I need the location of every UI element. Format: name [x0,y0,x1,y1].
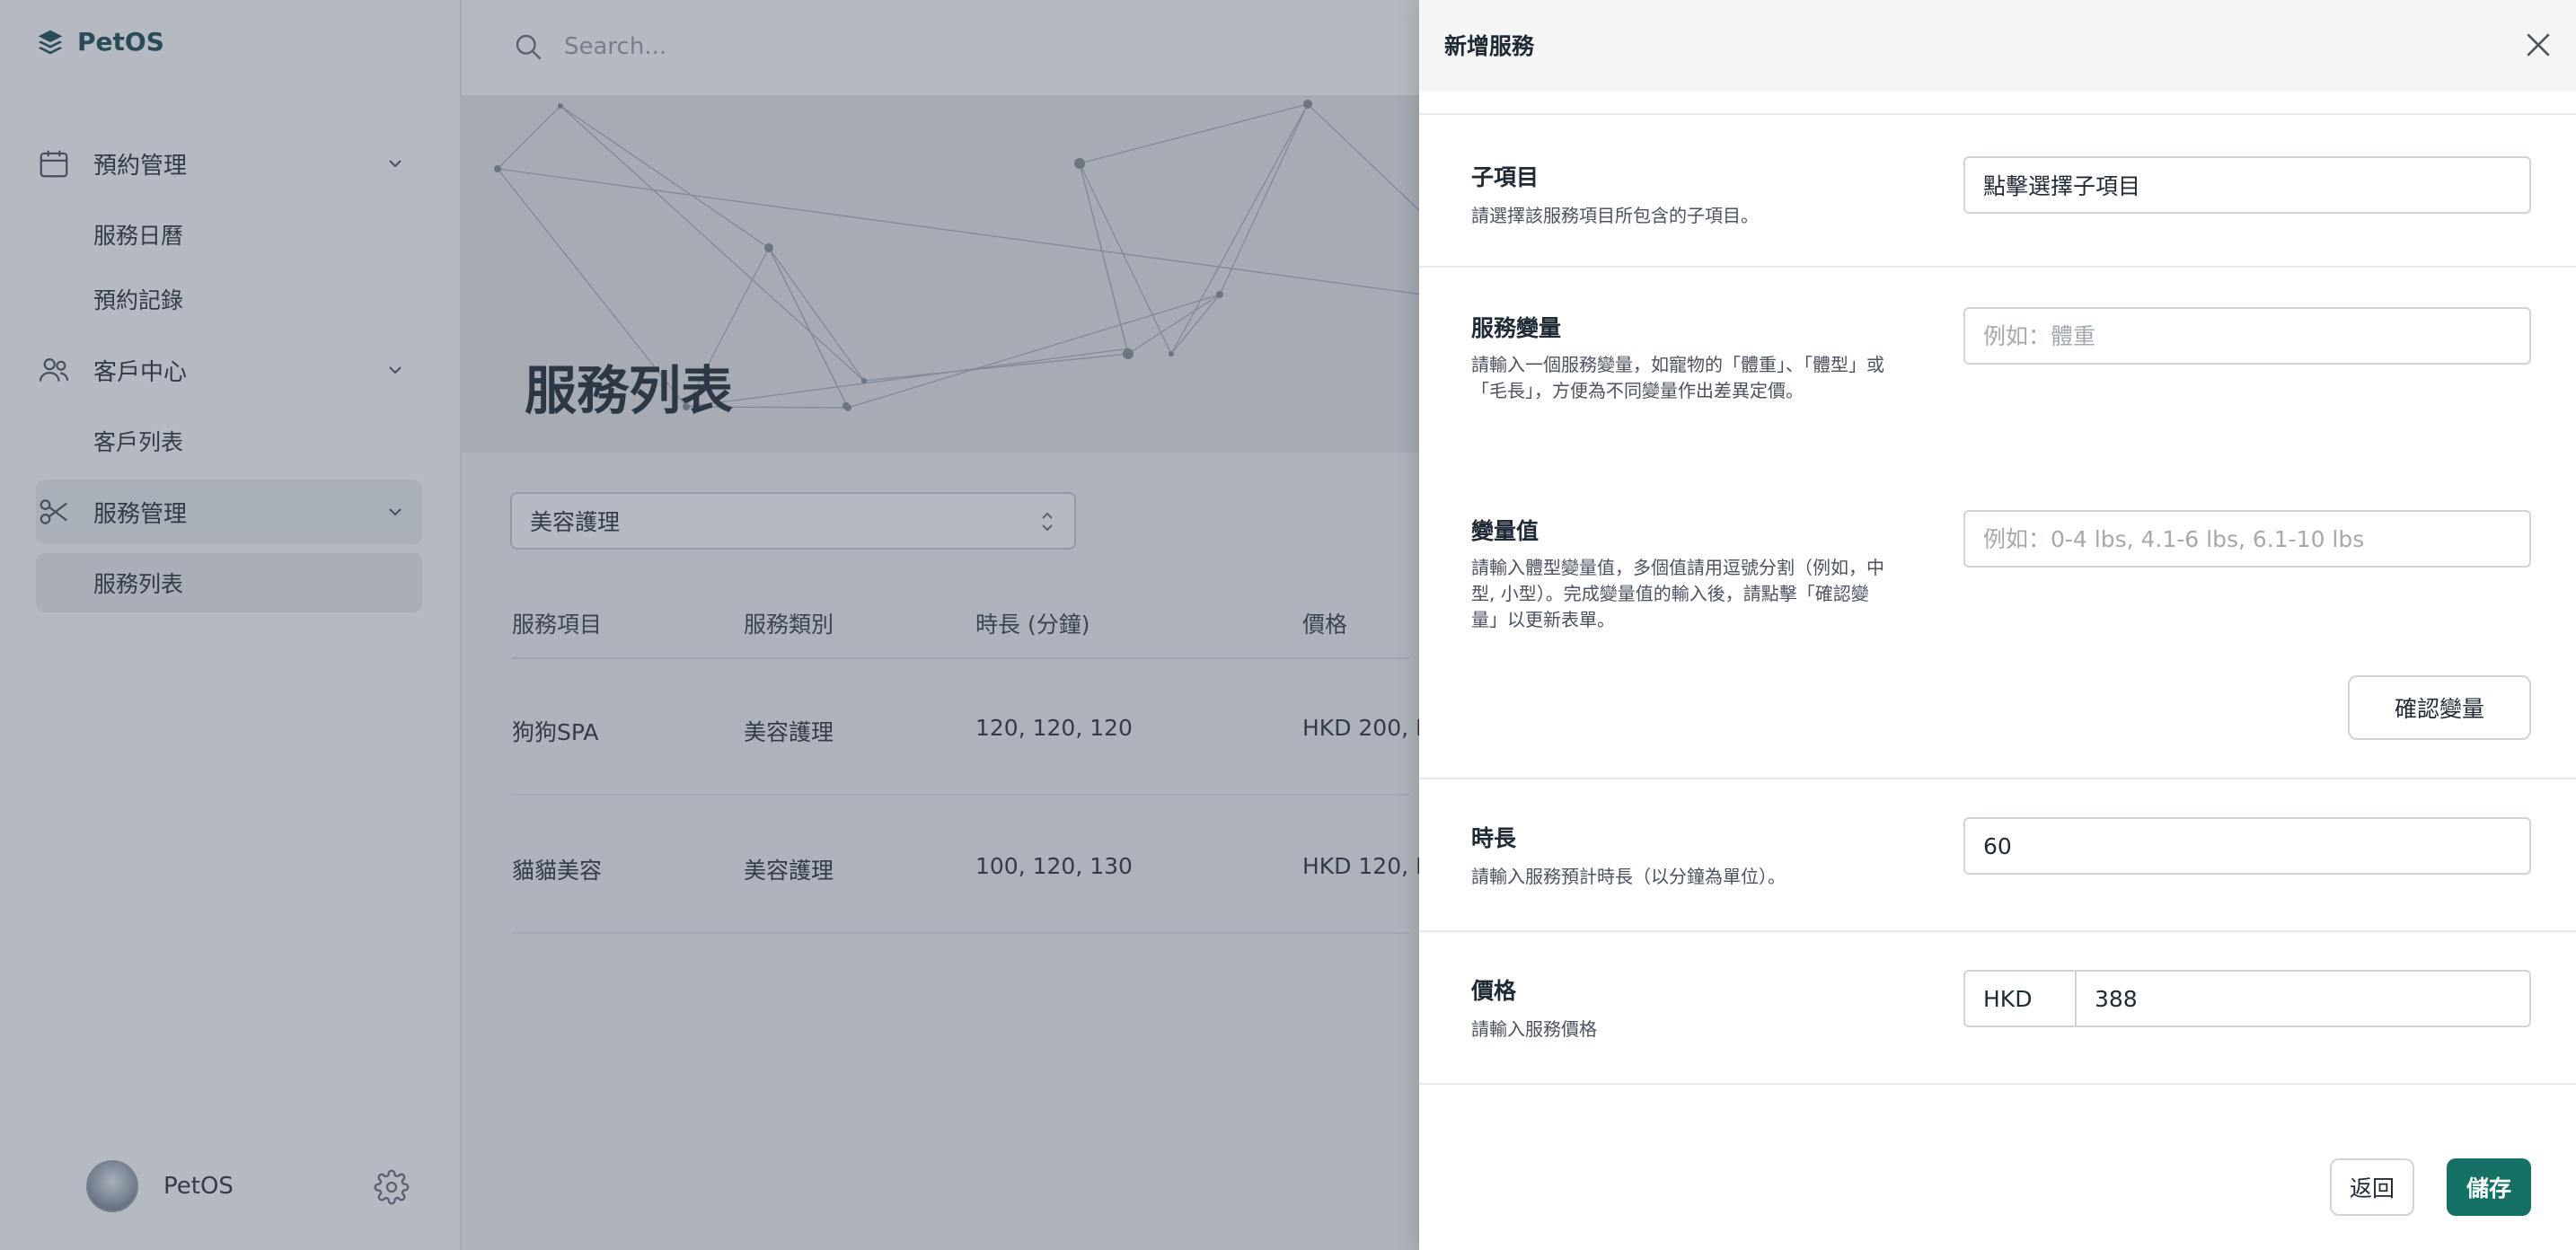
variable-values-label: 變量值 [1471,518,1539,544]
variable-help: 請輸入一個服務變量，如寵物的「體重」、「體型」或「毛長」，方便為不同變量作出差異… [1471,354,1884,401]
drawer-header: 新增服務 [1419,0,2576,92]
sub-items-help: 請選擇該服務項目所包含的子項目。 [1471,205,1759,226]
variable-label: 服務變量 [1471,315,1562,341]
variable-values-help: 請輸入體型變量值，多個值請用逗號分割（例如，中型, 小型）。完成變量值的輸入後，… [1471,557,1884,630]
duration-section: 時長 請輸入服務預計時長（以分鐘為單位）。 [1419,779,2576,932]
drawer-title: 新增服務 [1444,33,1535,59]
sub-items-section: 子項目 請選擇該服務項目所包含的子項目。 點擊選擇子項目 [1419,113,2576,268]
price-help: 請輸入服務價格 [1471,1018,1597,1040]
save-button[interactable]: 儲存 [2447,1158,2531,1216]
confirm-variable-button[interactable]: 確認變量 [2348,675,2531,740]
currency-prefix: HKD [1963,970,2077,1027]
price-label: 價格 [1471,978,1517,1004]
price-input[interactable] [2077,970,2531,1027]
duration-help: 請輸入服務預計時長（以分鐘為單位）。 [1471,866,1786,887]
add-service-drawer: 新增服務 子項目 請選擇該服務項目所包含的子項目。 點擊選擇子項目 服務變量 請… [1419,0,2576,1250]
sub-items-picker[interactable]: 點擊選擇子項目 [1963,156,2531,214]
sub-items-label: 子項目 [1471,164,1539,190]
duration-label: 時長 [1471,825,1517,851]
variable-section: 服務變量 請輸入一個服務變量，如寵物的「體重」、「體型」或「毛長」，方便為不同變… [1419,268,2576,779]
duration-input[interactable] [1963,817,2531,875]
close-icon[interactable] [2520,27,2556,63]
price-section: 價格 請輸入服務價格 HKD [1419,932,2576,1085]
variable-input[interactable] [1963,307,2531,365]
back-button[interactable]: 返回 [2330,1158,2414,1216]
variable-values-input[interactable] [1963,510,2531,568]
